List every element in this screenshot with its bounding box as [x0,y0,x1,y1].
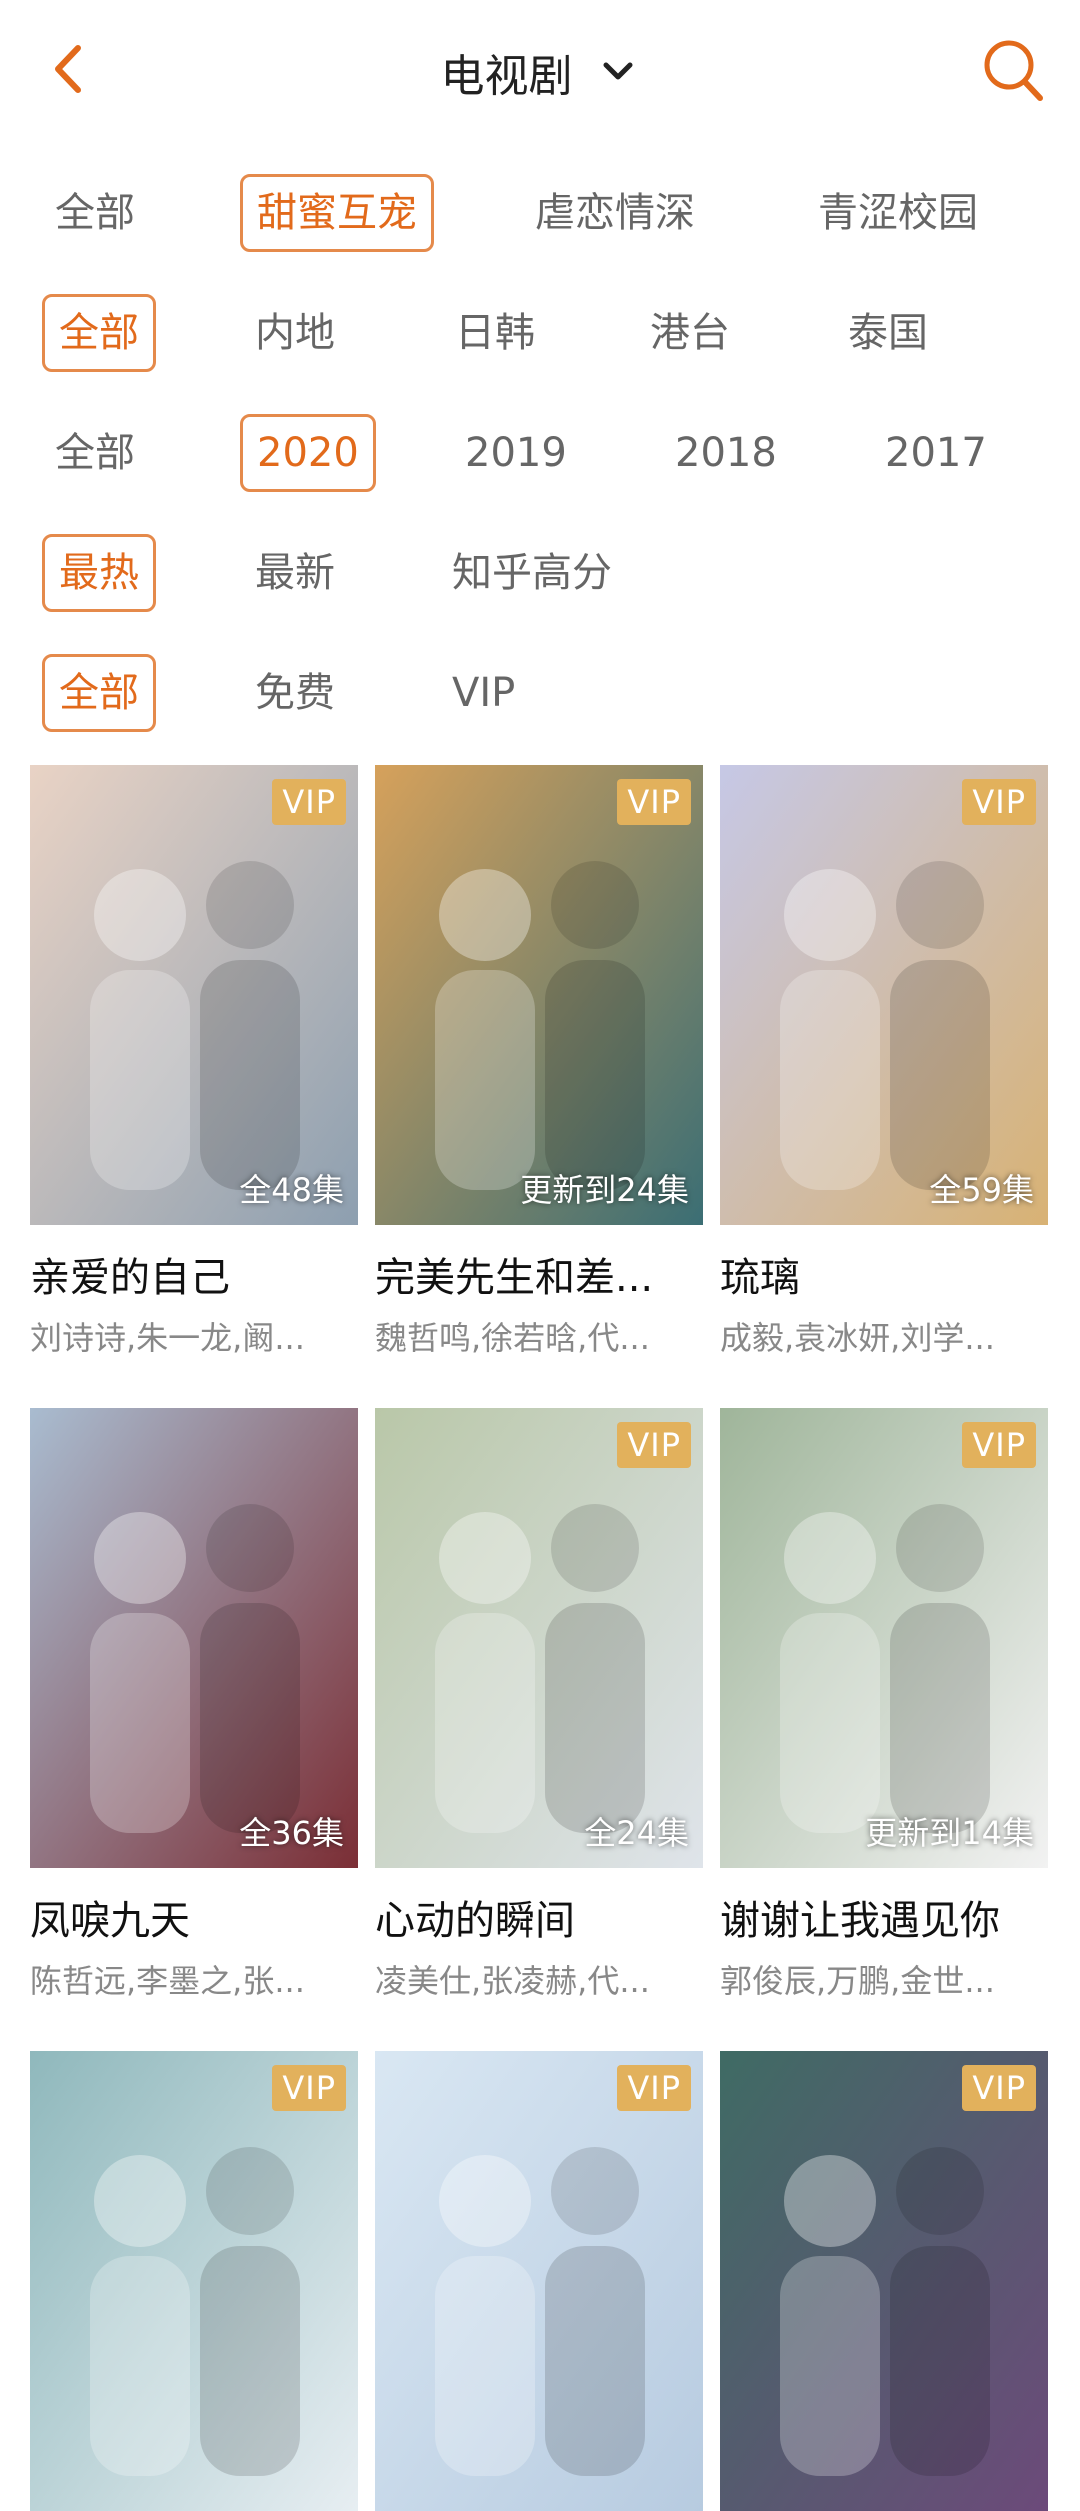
filter-row-year: 全部 2020 2019 2018 2017 [0,408,1080,498]
search-button[interactable] [978,34,1048,106]
poster-image [720,2051,1048,2511]
drama-cast: 郭俊辰,万鹏,金世... [720,1962,995,2000]
drama-poster[interactable]: 全36集 [30,1408,358,1868]
filter-chip-theme-1[interactable]: 甜蜜互宠 [240,174,434,252]
drama-poster[interactable]: VIP 全48集 [30,765,358,1225]
drama-poster[interactable]: VIP 更新到24集 [375,765,703,1225]
vip-badge: VIP [617,1422,691,1468]
filter-row-theme: 全部 甜蜜互宠 虐恋情深 青涩校园 [0,168,1080,258]
filter-chip-pay-0[interactable]: 全部 [42,654,156,732]
drama-poster[interactable]: VIP [720,2051,1048,2511]
filter-chip-region-1[interactable]: 内地 [255,305,335,361]
drama-poster[interactable]: VIP [30,2051,358,2511]
filter-chip-region-4[interactable]: 泰国 [848,305,928,361]
filter-chip-pay-1[interactable]: 免费 [255,665,335,721]
drama-cast: 魏哲鸣,徐若晗,代... [375,1319,650,1357]
filter-chip-year-3[interactable]: 2018 [675,425,777,481]
filter-chip-year-4[interactable]: 2017 [885,425,987,481]
poster-image [720,1408,1048,1868]
poster-image [30,765,358,1225]
poster-image [375,765,703,1225]
filter-chip-theme-3[interactable]: 青涩校园 [818,185,978,241]
filter-row-sort: 最热 最新 知乎高分 [0,528,1080,618]
drama-cast: 凌美仕,张凌赫,代... [375,1962,650,2000]
filter-chip-theme-2[interactable]: 虐恋情深 [535,185,695,241]
filter-chip-region-2[interactable]: 日韩 [455,305,535,361]
episode-count: 全48集 [239,1171,344,1209]
filter-chip-theme-0[interactable]: 全部 [55,185,135,241]
search-icon [984,40,1043,101]
vip-badge: VIP [272,779,346,825]
top-bar: 电视剧 [0,0,1080,140]
filter-row-region: 全部 内地 日韩 港台 泰国 [0,288,1080,378]
episode-count: 更新到14集 [865,1814,1034,1852]
poster-image [720,765,1048,1225]
episode-count: 全24集 [584,1814,689,1852]
drama-title[interactable]: 亲爱的自己 [30,1245,358,1303]
vip-badge: VIP [962,2065,1036,2111]
drama-poster[interactable]: VIP 更新到14集 [720,1408,1048,1868]
poster-image [375,2051,703,2511]
filter-chip-year-1[interactable]: 2020 [240,414,376,492]
drama-title[interactable]: 完美先生和差... [375,1245,703,1303]
drama-title[interactable]: 心动的瞬间 [375,1888,703,1946]
page-title: 电视剧 [440,51,573,102]
poster-image [30,1408,358,1868]
poster-image [375,1408,703,1868]
drama-title[interactable]: 凤唳九天 [30,1888,358,1946]
drama-poster[interactable]: VIP 全59集 [720,765,1048,1225]
episode-count: 全36集 [239,1814,344,1852]
filter-chip-sort-2[interactable]: 知乎高分 [452,545,612,601]
drama-poster[interactable]: VIP [375,2051,703,2511]
filter-chip-year-0[interactable]: 全部 [55,425,135,481]
filter-chip-sort-1[interactable]: 最新 [255,545,335,601]
category-selector[interactable]: 电视剧 [0,40,1080,104]
drama-cast: 陈哲远,李墨之,张... [30,1962,305,2000]
vip-badge: VIP [962,1422,1036,1468]
drama-poster[interactable]: VIP 全24集 [375,1408,703,1868]
chevron-down-icon [603,62,633,80]
poster-image [30,2051,358,2511]
vip-badge: VIP [617,779,691,825]
filter-row-pay: 全部 免费 VIP [0,648,1080,738]
drama-cast: 刘诗诗,朱一龙,阚... [30,1319,305,1357]
filter-chip-pay-2[interactable]: VIP [452,665,515,721]
vip-badge: VIP [272,2065,346,2111]
vip-badge: VIP [617,2065,691,2111]
filter-chip-region-3[interactable]: 港台 [650,305,730,361]
filter-chip-year-2[interactable]: 2019 [465,425,567,481]
drama-title[interactable]: 琉璃 [720,1245,1048,1303]
episode-count: 更新到24集 [520,1171,689,1209]
filter-chip-region-0[interactable]: 全部 [42,294,156,372]
drama-cast: 成毅,袁冰妍,刘学... [720,1319,995,1357]
filter-chip-sort-0[interactable]: 最热 [42,534,156,612]
episode-count: 全59集 [929,1171,1034,1209]
drama-title[interactable]: 谢谢让我遇见你 [720,1888,1048,1946]
vip-badge: VIP [962,779,1036,825]
